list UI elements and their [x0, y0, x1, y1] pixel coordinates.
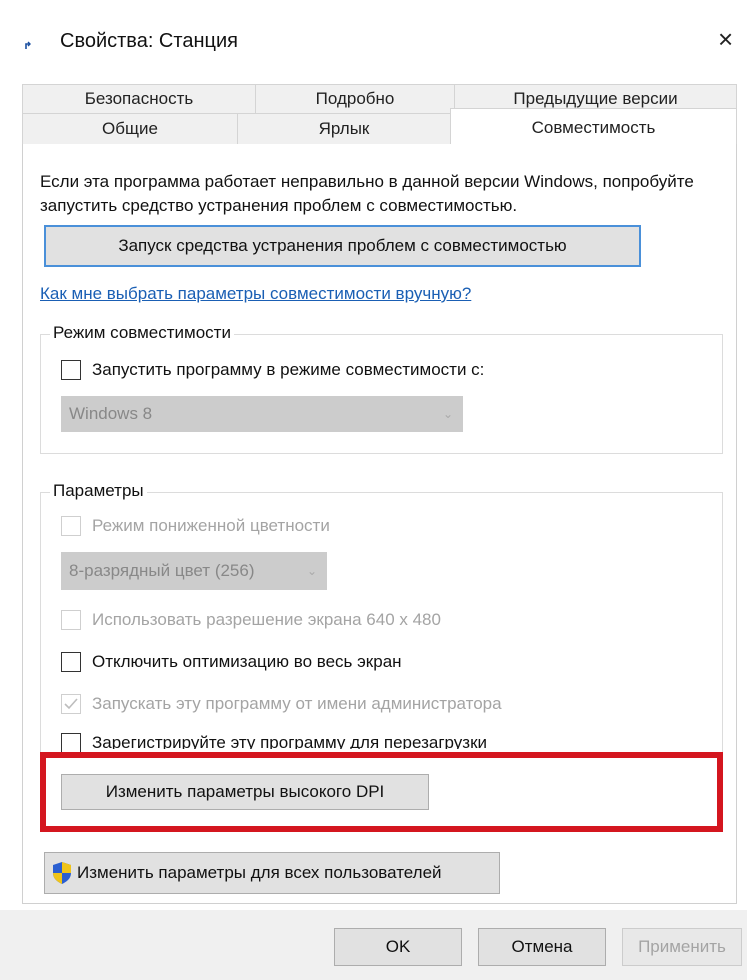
color-depth-select[interactable]: 8-разрядный цвет (256) ⌄ — [61, 552, 327, 590]
reduced-color-label: Режим пониженной цветности — [92, 516, 330, 535]
chevron-down-icon: ⌄ — [306, 564, 317, 578]
resolution-checkbox[interactable] — [61, 610, 81, 630]
tab-compatibility[interactable]: Совместимость — [450, 108, 737, 146]
all-users-settings-button[interactable]: Изменить параметры для всех пользователе… — [44, 852, 500, 894]
register-restart-checkbox[interactable] — [61, 733, 81, 753]
uac-shield-icon — [53, 862, 71, 884]
close-icon[interactable]: × — [718, 26, 733, 52]
tab-security[interactable]: Безопасность — [22, 84, 256, 114]
color-depth-value: 8-разрядный цвет (256) — [69, 561, 255, 580]
fullscreen-opt-label: Отключить оптимизацию во весь экран — [92, 652, 402, 671]
reduced-color-checkbox[interactable] — [61, 516, 81, 536]
window-title: Свойства: Станция — [60, 30, 238, 52]
manual-settings-link[interactable]: Как мне выбрать параметры совместимости … — [40, 284, 471, 304]
os-version-select[interactable]: Windows 8 ⌄ — [61, 396, 463, 432]
ok-button[interactable]: OK — [334, 928, 462, 966]
chevron-down-icon: ⌄ — [442, 407, 453, 421]
checkmark-icon — [64, 698, 78, 710]
tab-details[interactable]: Подробно — [255, 84, 455, 114]
tab-shortcut[interactable]: Ярлык — [237, 113, 451, 145]
compat-mode-label: Запустить программу в режиме совместимос… — [92, 360, 485, 379]
os-version-value: Windows 8 — [69, 404, 153, 423]
apply-button[interactable]: Применить — [622, 928, 742, 966]
high-dpi-settings-button[interactable]: Изменить параметры высокого DPI — [61, 774, 429, 810]
compat-mode-legend: Режим совместимости — [50, 323, 234, 343]
fullscreen-opt-checkbox[interactable] — [61, 652, 81, 672]
all-users-label: Изменить параметры для всех пользователе… — [77, 863, 442, 882]
intro-text: Если эта программа работает неправильно … — [40, 172, 694, 215]
register-restart-label: Зарегистрируйте эту программу для переза… — [92, 733, 488, 749]
compat-mode-group — [40, 334, 723, 454]
resolution-label: Использовать разрешение экрана 640 x 480 — [92, 610, 441, 629]
run-as-admin-checkbox[interactable] — [61, 694, 81, 714]
params-legend: Параметры — [50, 481, 147, 501]
shortcut-icon — [24, 39, 36, 51]
run-troubleshooter-button[interactable]: Запуск средства устранения проблем с сов… — [44, 225, 641, 267]
cancel-button[interactable]: Отмена — [478, 928, 606, 966]
run-as-admin-label: Запускать эту программу от имени админис… — [92, 694, 502, 713]
tab-general[interactable]: Общие — [22, 113, 238, 145]
compat-mode-checkbox[interactable] — [61, 360, 81, 380]
